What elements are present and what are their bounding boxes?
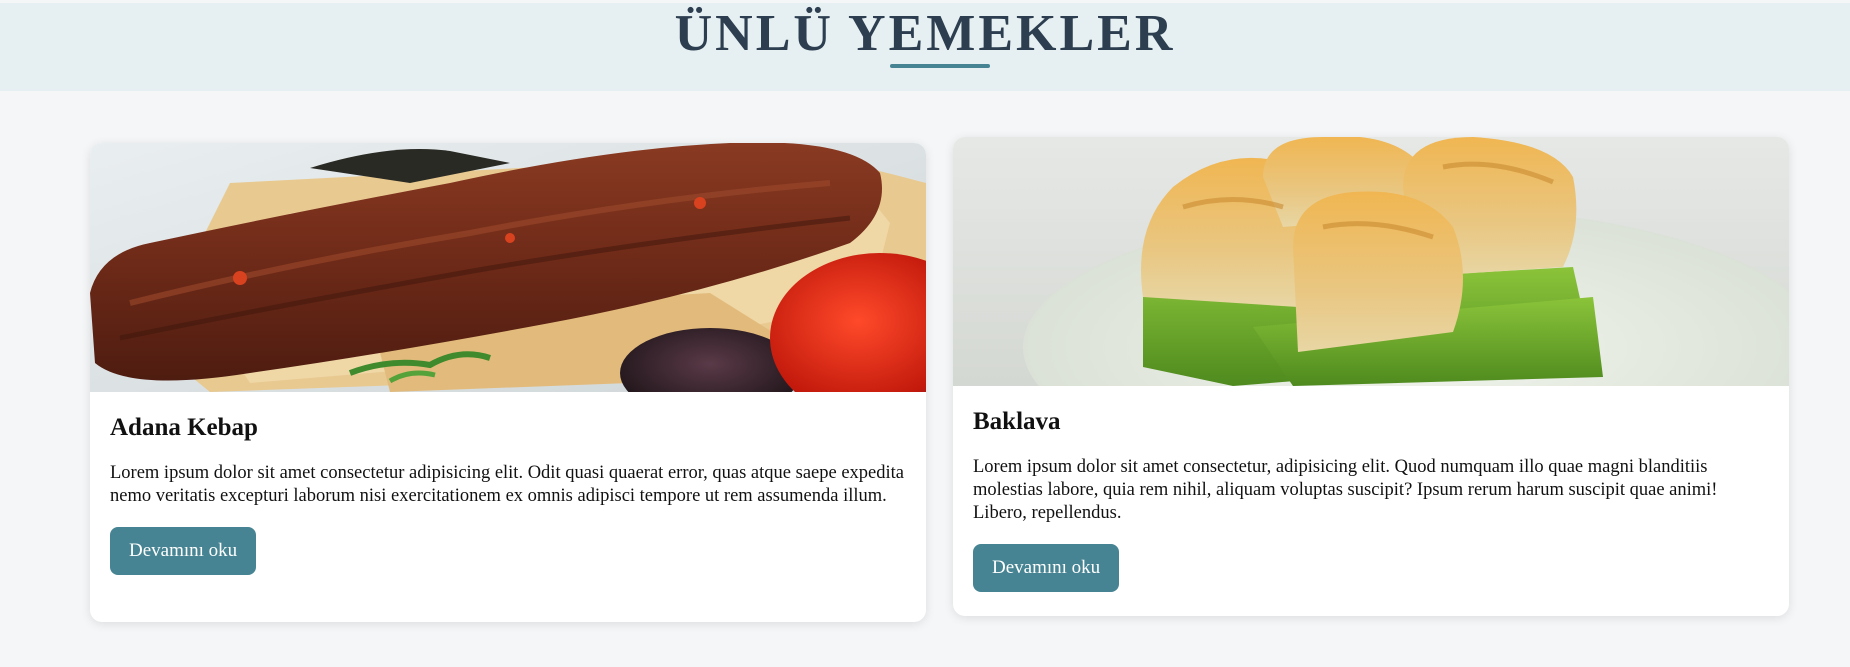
adana-kebap-image xyxy=(90,143,926,392)
food-card-baklava: Baklava Lorem ipsum dolor sit amet conse… xyxy=(953,137,1789,616)
page-title: ÜNLÜ YEMEKLER xyxy=(674,5,1176,62)
card-description: Lorem ipsum dolor sit amet consectetur a… xyxy=(110,463,904,506)
read-more-button[interactable]: Devamını oku xyxy=(973,544,1120,592)
card-title: Baklava xyxy=(973,408,1061,435)
card-body: Baklava Lorem ipsum dolor sit amet conse… xyxy=(953,386,1789,592)
card-description: Lorem ipsum dolor sit amet consectetur, … xyxy=(973,457,1718,523)
page-header: ÜNLÜ YEMEKLER xyxy=(0,3,1850,91)
read-more-button[interactable]: Devamını oku xyxy=(110,527,257,575)
card-title: Adana Kebap xyxy=(110,414,258,441)
card-body: Adana Kebap Lorem ipsum dolor sit amet c… xyxy=(90,392,926,575)
title-underline xyxy=(890,64,990,68)
baklava-image xyxy=(953,137,1789,386)
food-card-adana-kebap: Adana Kebap Lorem ipsum dolor sit amet c… xyxy=(90,143,926,622)
